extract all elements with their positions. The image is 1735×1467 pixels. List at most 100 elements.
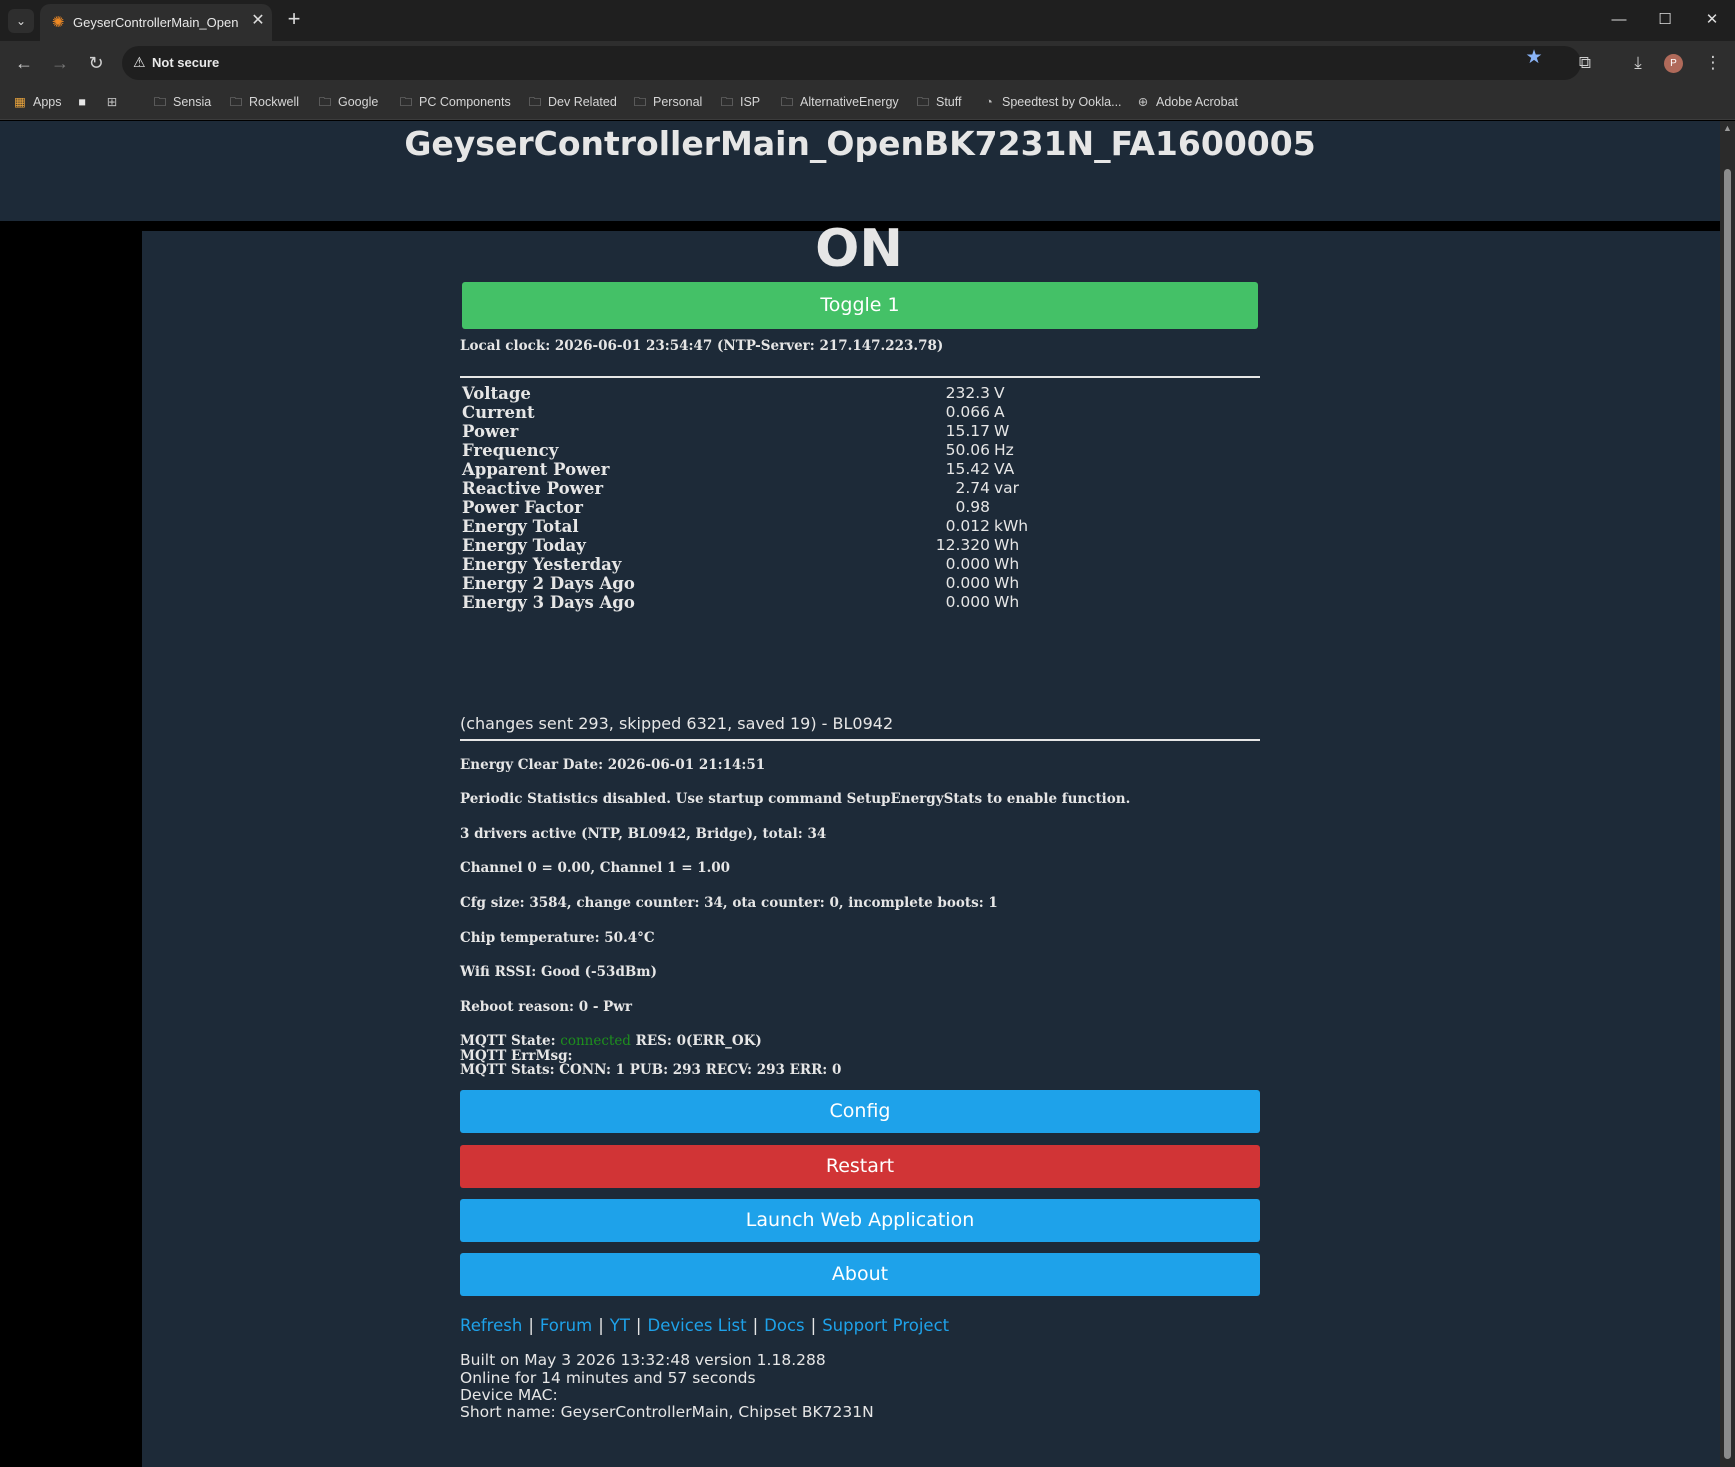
page-title: GeyserControllerMain_OpenBK7231N_FA16000… — [404, 124, 1316, 163]
restart-button[interactable]: Restart — [460, 1145, 1260, 1188]
stat-name: Reactive Power — [462, 479, 604, 498]
folder-icon: 🗀 — [633, 95, 647, 109]
chip-temperature: Chip temperature: 50.4°C — [460, 930, 655, 946]
reboot-reason: Reboot reason: 0 - Pwr — [460, 999, 633, 1015]
stat-name: Energy Yesterday — [462, 555, 622, 574]
bookmark-stuff[interactable]: 🗀 Stuff — [915, 92, 962, 112]
bookmark-star-icon[interactable]: ★ — [1523, 47, 1545, 69]
page-scrollbar[interactable]: ▲ — [1720, 121, 1735, 1467]
support-project-link[interactable]: Support Project — [822, 1316, 949, 1335]
bookmark-apps[interactable]: ▦ Apps — [12, 92, 61, 112]
menu-kebab-icon[interactable]: ⋮ — [1702, 52, 1724, 74]
bookmark-adobe-acrobat[interactable]: ⊕ Adobe Acrobat — [1135, 92, 1238, 112]
not-secure-label[interactable]: Not secure — [152, 55, 219, 70]
back-arrow-icon[interactable]: ← — [12, 51, 36, 75]
stat-unit: Wh — [994, 536, 1020, 554]
bookmarks-bar: ▦ Apps ■ ⊞ 🗀 Sensia 🗀 Rockwell 🗀 Google 🗀 PC … — [0, 85, 1735, 120]
grid-icon: ⊞ — [106, 95, 118, 109]
address-bar[interactable]: ⚠ Not secure — [122, 46, 1581, 80]
bookmark-pc-components[interactable]: 🗀 PC Components — [398, 92, 511, 112]
stat-unit: Wh — [994, 574, 1020, 592]
periodic-statistics: Periodic Statistics disabled. Use startu… — [460, 791, 1131, 807]
bookmark-isp[interactable]: 🗀 ISP — [719, 92, 760, 112]
stat-name: Current — [462, 403, 535, 422]
bookmark-rockwell[interactable]: 🗀 Rockwell — [228, 92, 299, 112]
link-separator: | — [598, 1316, 604, 1335]
devices-list-link[interactable]: Devices List — [647, 1316, 746, 1335]
stat-unit: var — [994, 479, 1020, 497]
bookmark-personal[interactable]: 🗀 Personal — [632, 92, 703, 112]
sun-favicon-icon: ✺ — [51, 14, 65, 31]
bookmark-google[interactable]: 🗀 Google — [317, 92, 379, 112]
reload-icon[interactable]: ↻ — [84, 51, 108, 75]
stat-name: Power — [462, 422, 519, 441]
folder-icon: 🗀 — [528, 95, 542, 109]
extensions-puzzle-icon[interactable]: ⧉ — [1574, 52, 1596, 74]
folder-icon: 🗀 — [153, 95, 167, 109]
stat-value: 0.000 — [945, 593, 990, 611]
link-separator: | — [635, 1316, 642, 1335]
bookmark-alternative-energy[interactable]: 🗀 AlternativeEnergy — [779, 92, 899, 112]
stat-name: Voltage — [462, 384, 531, 403]
launch-web-app-button[interactable]: Launch Web Application — [460, 1199, 1260, 1242]
web-page: GeyserControllerMain_OpenBK7231N_FA16000… — [0, 121, 1720, 1467]
profile-avatar[interactable]: P — [1664, 54, 1683, 73]
channel-values: Channel 0 = 0.00, Channel 1 = 1.00 — [460, 860, 731, 876]
scroll-thumb[interactable] — [1724, 169, 1731, 1459]
stat-unit: Wh — [994, 593, 1020, 611]
bookmark-dev-related[interactable]: 🗀 Dev Related — [527, 92, 617, 112]
folder-icon: 🗀 — [399, 95, 413, 109]
mqtt-state-value: connected — [560, 1033, 631, 1049]
window-close-icon[interactable]: ✕ — [1697, 8, 1727, 32]
energy-clear-date: Energy Clear Date: 2026-06-01 21:14:51 — [460, 757, 766, 773]
stat-name: Apparent Power — [462, 460, 610, 479]
minimize-icon[interactable]: — — [1604, 8, 1634, 32]
docs-link[interactable]: Docs — [764, 1316, 804, 1335]
folder-icon: 🗀 — [916, 95, 930, 109]
warning-triangle-icon: ⚠ — [133, 54, 146, 70]
drivers-active: 3 drivers active (NTP, BL0942, Bridge), … — [460, 826, 827, 842]
bookmark-app-square[interactable]: ■ — [74, 92, 95, 112]
forward-arrow-icon[interactable]: → — [48, 51, 72, 75]
link-separator: | — [810, 1316, 817, 1335]
download-icon[interactable]: ⤓ — [1627, 52, 1649, 74]
toggle-1-button[interactable]: Toggle 1 — [462, 282, 1258, 329]
bookmark-sensia[interactable]: 🗀 Sensia — [152, 92, 212, 112]
stat-name: Energy Total — [462, 517, 579, 536]
divider — [460, 376, 1260, 378]
refresh-link[interactable]: Refresh — [460, 1316, 522, 1335]
link-separator: | — [528, 1316, 534, 1335]
relay-state: ON — [815, 219, 903, 279]
stat-unit: kWh — [994, 517, 1029, 535]
maximize-icon[interactable]: ☐ — [1650, 8, 1680, 32]
stat-unit: V — [994, 384, 1005, 402]
bookmark-speedtest[interactable]: ◔ Speedtest by Ookla... — [981, 92, 1121, 112]
app-square-icon: ■ — [78, 95, 86, 109]
short-name-info: Short name: GeyserControllerMain, Chipse… — [460, 1403, 874, 1421]
stat-value: 12.320 — [935, 536, 990, 554]
footer-links: Refresh | Forum | YT | Devices List | Docs | Suppo… — [460, 1316, 949, 1335]
stat-value: 232.3 — [945, 384, 990, 402]
tab-search-icon[interactable]: ⌄ — [8, 9, 34, 33]
folder-icon: 🗀 — [229, 95, 243, 109]
config-button[interactable]: Config — [460, 1090, 1260, 1133]
local-clock: Local clock: 2026-06-01 23:54:47 (NTP-Se… — [460, 338, 944, 354]
bookmark-grid[interactable]: ⊞ — [104, 92, 125, 112]
device-mac: Device MAC: — [460, 1386, 558, 1404]
apps-grid-icon: ▦ — [14, 95, 26, 109]
mqtt-stats: MQTT Stats: CONN: 1 PUB: 293 RECV: 293 E… — [460, 1062, 842, 1078]
tab-bar: ⌄ ✺ GeyserControllerMain_OpenBK7231N_FA1… — [0, 0, 1735, 41]
scroll-up-arrow-icon[interactable]: ▲ — [1723, 123, 1732, 133]
stat-value: 0.012 — [945, 517, 990, 535]
wifi-rssi: Wifi RSSI: Good (-53dBm) — [460, 964, 657, 980]
tab-close-icon[interactable]: ✕ — [248, 11, 268, 31]
page-header: GeyserControllerMain_OpenBK7231N_FA16000… — [0, 121, 1720, 225]
stat-name: Energy 3 Days Ago — [462, 593, 635, 612]
forum-link[interactable]: Forum — [540, 1316, 592, 1335]
changes-note: (changes sent 293, skipped 6321, saved 1… — [460, 714, 894, 733]
browser-tab[interactable]: ✺ GeyserControllerMain_OpenBK7231N_FA160… — [40, 4, 272, 41]
stat-value: 0.000 — [945, 574, 990, 592]
about-button[interactable]: About — [460, 1253, 1260, 1296]
new-tab-plus-icon[interactable]: + — [282, 8, 306, 32]
yt-link[interactable]: YT — [610, 1316, 630, 1335]
